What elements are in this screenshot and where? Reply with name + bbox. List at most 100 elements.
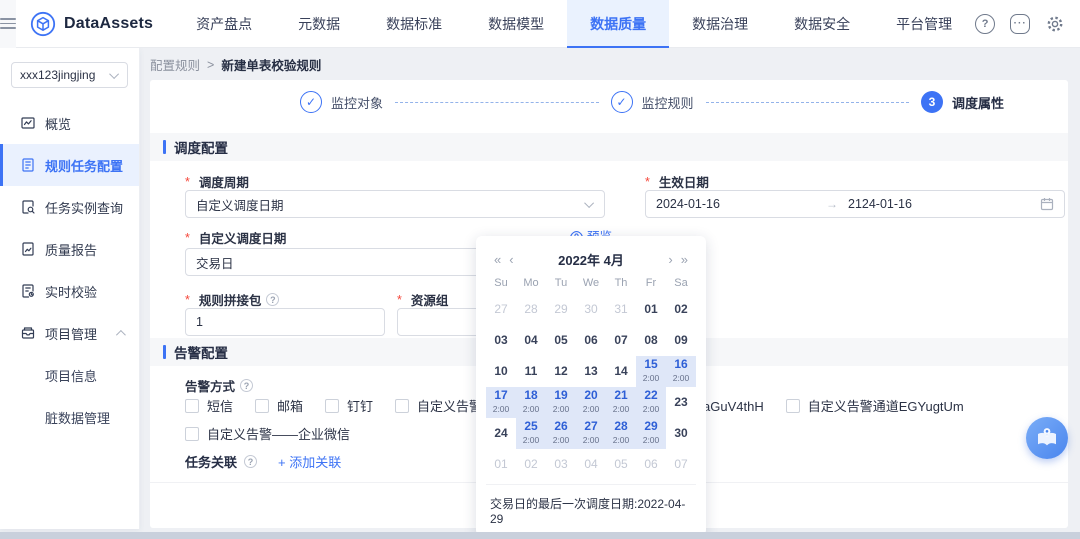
nav-item[interactable]: 数据治理 <box>669 0 771 48</box>
calendar-day-number: 31 <box>614 302 628 316</box>
checkbox-icon[interactable] <box>325 398 340 413</box>
calendar-day[interactable]: 05 <box>546 325 576 356</box>
alert-option-checkbox[interactable]: 自定义告警通道EGYugtUm <box>785 396 964 415</box>
checkbox-icon[interactable] <box>185 398 199 413</box>
calendar-day[interactable]: 06 <box>576 325 606 356</box>
calendar-day-time: 2:00 <box>552 435 570 445</box>
calendar-day[interactable]: 31 <box>606 294 636 325</box>
calendar-day[interactable]: 27 2:00 <box>576 418 606 449</box>
sidebar-item[interactable]: 脏数据管理 <box>0 396 139 438</box>
calendar-day[interactable]: 16 2:00 <box>666 356 696 387</box>
calendar-day-number: 27 <box>584 419 598 433</box>
sidebar-item[interactable]: 任务实例查询 <box>0 186 139 228</box>
feedback-icon[interactable]: ··· <box>1010 13 1031 34</box>
calendar-day[interactable]: 02 <box>516 449 546 480</box>
effective-date-range[interactable]: 2024-01-16 → 2124-01-16 <box>645 190 1065 218</box>
calendar-day[interactable]: 14 <box>606 356 636 387</box>
sidebar-item[interactable]: 概览 <box>0 102 139 144</box>
add-relation-link[interactable]: + 添加关联 <box>278 452 341 471</box>
calendar-day[interactable]: 20 2:00 <box>576 387 606 418</box>
calendar-day[interactable]: 24 <box>486 418 516 449</box>
calendar-day[interactable]: 19 2:00 <box>546 387 576 418</box>
alert-option-checkbox[interactable]: 短信 <box>185 396 233 415</box>
step-label: 监控规则 <box>641 95 694 111</box>
help-circle-icon[interactable]: ? <box>266 293 280 306</box>
sidebar-item[interactable]: 实时校验 <box>0 270 139 312</box>
calendar-day[interactable]: 07 <box>606 325 636 356</box>
sidebar-item[interactable]: 规则任务配置 <box>0 144 139 186</box>
project-select[interactable]: xxx123jingjing <box>11 62 128 88</box>
prev-year-icon[interactable]: « <box>490 252 505 267</box>
next-year-icon[interactable]: » <box>677 252 692 267</box>
calendar-day[interactable]: 28 2:00 <box>606 418 636 449</box>
calendar-day[interactable]: 05 <box>606 449 636 480</box>
alert-option-checkbox[interactable]: 钉钉 <box>325 396 373 415</box>
calendar-day[interactable]: 26 2:00 <box>546 418 576 449</box>
calendar-day[interactable]: 25 2:00 <box>516 418 546 449</box>
nav-item[interactable]: 元数据 <box>275 0 363 48</box>
calendar-day[interactable]: 13 <box>576 356 606 387</box>
calendar-day[interactable]: 03 <box>546 449 576 480</box>
calendar-day-number: 01 <box>494 457 508 471</box>
sidebar-item[interactable]: 项目管理 <box>0 312 139 354</box>
next-month-icon[interactable]: › <box>664 252 676 267</box>
brand[interactable]: DataAssets <box>16 11 167 37</box>
assistant-mascot-icon[interactable] <box>1026 417 1068 459</box>
calendar-day[interactable]: 22 2:00 <box>636 387 666 418</box>
nav-item[interactable]: 数据模型 <box>465 0 567 48</box>
calendar-day[interactable]: 04 <box>576 449 606 480</box>
calendar-day[interactable]: 03 <box>486 325 516 356</box>
rule-package-field[interactable] <box>185 308 385 336</box>
calendar-day[interactable]: 29 <box>546 294 576 325</box>
cycle-select[interactable]: 自定义调度日期 <box>185 190 605 218</box>
settings-gear-icon[interactable] <box>1045 14 1065 34</box>
breadcrumb-parent[interactable]: 配置规则 <box>150 55 200 74</box>
calendar-day[interactable]: 17 2:00 <box>486 387 516 418</box>
hamburger-icon <box>0 15 16 33</box>
calendar-day[interactable]: 04 <box>516 325 546 356</box>
calendar-day[interactable]: 29 2:00 <box>636 418 666 449</box>
calendar-day[interactable]: 06 <box>636 449 666 480</box>
calendar-day[interactable]: 30 <box>576 294 606 325</box>
step-active: 3 调度属性 <box>921 91 1004 113</box>
calendar-day[interactable]: 28 <box>516 294 546 325</box>
checkbox-icon[interactable] <box>395 398 410 413</box>
calendar-title[interactable]: 2022年 4月 <box>518 250 665 269</box>
help-circle-icon[interactable]: ? <box>240 379 254 392</box>
calendar-day[interactable]: 30 <box>666 418 696 449</box>
calendar-day[interactable]: 27 <box>486 294 516 325</box>
calendar-day[interactable]: 01 <box>636 294 666 325</box>
calendar-day[interactable]: 10 <box>486 356 516 387</box>
calendar-day[interactable]: 02 <box>666 294 696 325</box>
calendar-day[interactable]: 23 <box>666 387 696 418</box>
checkbox-icon[interactable] <box>785 398 800 413</box>
sidebar-item[interactable]: 项目信息 <box>0 354 139 396</box>
calendar-day[interactable]: 21 2:00 <box>606 387 636 418</box>
help-icon[interactable]: ? <box>975 13 996 34</box>
checkbox-icon[interactable] <box>185 426 199 441</box>
prev-month-icon[interactable]: ‹ <box>505 252 517 267</box>
calendar-day[interactable]: 01 <box>486 449 516 480</box>
checkbox-icon[interactable] <box>255 398 270 413</box>
sidebar-item[interactable]: 质量报告 <box>0 228 139 270</box>
calendar-day-time: 2:00 <box>642 435 660 445</box>
help-circle-icon[interactable]: ? <box>244 455 258 468</box>
calendar-day[interactable]: 12 <box>546 356 576 387</box>
nav-item[interactable]: 数据质量 <box>567 0 670 48</box>
calendar-day[interactable]: 07 <box>666 449 696 480</box>
calendar-day[interactable]: 11 <box>516 356 546 387</box>
nav-item[interactable]: 资产盘点 <box>173 0 275 48</box>
calendar-day[interactable]: 15 2:00 <box>636 356 666 387</box>
rule-package-input[interactable] <box>196 315 374 329</box>
calendar-day[interactable]: 09 <box>666 325 696 356</box>
chevron-up-icon <box>115 329 126 340</box>
menu-toggle-icon[interactable] <box>0 0 16 48</box>
calendar-day[interactable]: 18 2:00 <box>516 387 546 418</box>
nav-item[interactable]: 数据标准 <box>363 0 465 48</box>
calendar-day-time: 2:00 <box>642 373 660 383</box>
nav-item[interactable]: 平台管理 <box>873 0 975 48</box>
alert-option-checkbox[interactable]: 自定义告警——企业微信 <box>185 424 350 443</box>
calendar-day[interactable]: 08 <box>636 325 666 356</box>
nav-item[interactable]: 数据安全 <box>771 0 873 48</box>
alert-option-checkbox[interactable]: 邮箱 <box>255 396 303 415</box>
